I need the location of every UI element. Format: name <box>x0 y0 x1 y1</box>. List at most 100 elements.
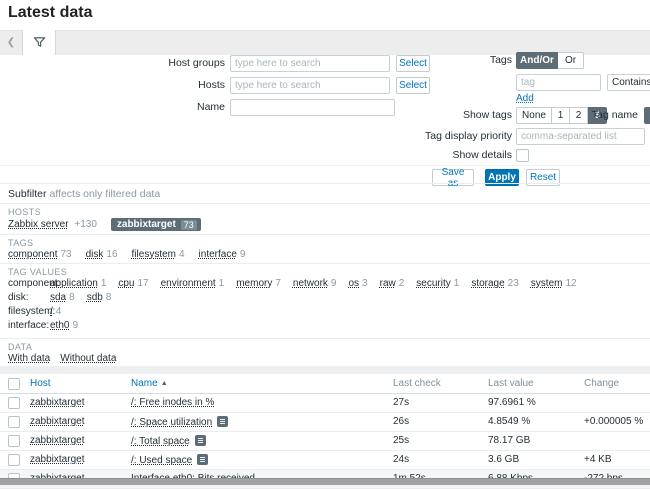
tag-value-link[interactable]: environment <box>161 278 216 289</box>
page-bottom-edge <box>0 478 650 485</box>
collapse-filter-button[interactable]: ❮ <box>0 30 22 55</box>
tag-value-group-label: interface: <box>8 320 49 331</box>
tag-value-link[interactable]: system <box>531 278 563 289</box>
subfilter-tag-link[interactable]: component <box>8 249 57 260</box>
filter-tab[interactable] <box>22 30 56 55</box>
select-all-checkbox[interactable] <box>8 378 20 390</box>
subfilter-tag-values-heading: TAG VALUES <box>8 267 67 277</box>
show-tags-none[interactable]: None <box>516 107 552 124</box>
tag-value-item: system12 <box>531 278 577 289</box>
tag-value-item: os3 <box>348 278 367 289</box>
tag-value-link[interactable]: raw <box>380 278 396 289</box>
subfilter-host-chip-selected[interactable]: zabbixtarget 73 <box>111 218 201 231</box>
host-link[interactable]: zabbixtarget <box>30 397 84 408</box>
tag-value-link[interactable]: os <box>348 278 359 289</box>
last-check-value: 24s <box>393 454 409 465</box>
tag-value-link[interactable]: sda <box>50 292 66 303</box>
item-name-link[interactable]: /: Space utilization <box>131 417 212 428</box>
subfilter-heading: Subfilter affects only filtered data <box>8 188 160 200</box>
table-row: zabbixtarget /: Total space 25s 78.17 GB <box>0 432 650 451</box>
row-checkbox[interactable] <box>8 416 20 428</box>
subfilter-hosts-heading: HOSTS <box>8 207 41 217</box>
subfilter-host-count: +130 <box>74 219 97 230</box>
subfilter-host-item: Zabbix server +130 <box>8 219 97 230</box>
tag-value-link[interactable]: network <box>293 278 328 289</box>
host-link[interactable]: zabbixtarget <box>30 435 84 446</box>
column-header-host[interactable]: Host <box>30 378 51 389</box>
tag-name-input[interactable] <box>516 74 601 91</box>
show-details-checkbox[interactable] <box>516 149 529 162</box>
name-input[interactable] <box>230 99 395 116</box>
host-link[interactable]: zabbixtarget <box>30 416 84 427</box>
column-header-name[interactable]: Name▲ <box>131 378 168 389</box>
description-icon[interactable] <box>195 435 206 446</box>
tag-value-link[interactable]: eth0 <box>50 320 69 331</box>
subfilter-data-heading: DATA <box>8 342 32 352</box>
tag-value-item: /4 <box>50 306 61 317</box>
tag-value-count: 9 <box>331 278 337 289</box>
host-groups-input[interactable] <box>230 55 390 72</box>
tags-operator-andor[interactable]: And/Or <box>516 52 558 69</box>
tag-value-link[interactable]: security <box>416 278 450 289</box>
hosts-select-button[interactable]: Select <box>396 77 430 94</box>
tag-name-full-button[interactable] <box>644 107 650 124</box>
tag-value-count: 23 <box>508 278 519 289</box>
divider <box>0 165 650 166</box>
tag-value-item: application1 <box>50 278 106 289</box>
tag-value-link[interactable]: sdb <box>87 292 103 303</box>
item-name-link[interactable]: /: Free inodes in % <box>131 397 214 408</box>
item-name-link[interactable]: /: Used space <box>131 455 192 466</box>
subfilter-tag-link[interactable]: disk <box>86 249 104 260</box>
tag-value-group-label: filesystem: <box>8 306 55 317</box>
subfilter-tag-count: 9 <box>240 249 246 260</box>
tag-display-priority-label: Tag display priority <box>380 128 512 145</box>
tag-value-link[interactable]: memory <box>236 278 272 289</box>
description-icon[interactable] <box>197 454 208 465</box>
change-value: +4 KB <box>584 454 612 465</box>
subfilter-hosts-row: Zabbix server +130 zabbixtarget 73 <box>8 218 201 231</box>
tag-value-count: 4 <box>56 306 62 317</box>
without-data-link[interactable]: Without data <box>60 353 116 364</box>
subfilter-data-row: With data Without data <box>8 353 130 364</box>
subfilter-tag-item: interface9 <box>199 249 246 260</box>
hosts-input[interactable] <box>230 77 390 94</box>
row-checkbox[interactable] <box>8 397 20 409</box>
tag-value-link[interactable]: application <box>50 278 98 289</box>
tag-value-count: 8 <box>106 292 112 303</box>
tag-value-link[interactable]: storage <box>471 278 504 289</box>
divider <box>0 263 650 264</box>
description-icon[interactable] <box>217 416 228 427</box>
add-tag-link[interactable]: Add <box>516 93 534 104</box>
last-check-value: 27s <box>393 397 409 408</box>
tag-value-item: sdb8 <box>87 292 112 303</box>
tag-value-group-row: eth09 <box>50 320 90 331</box>
subfilter-tag-link[interactable]: filesystem <box>132 249 176 260</box>
row-checkbox[interactable] <box>8 454 20 466</box>
tag-value-link[interactable]: / <box>50 306 53 317</box>
subfilter-tag-count: 73 <box>60 249 71 260</box>
tag-value-link[interactable]: cpu <box>118 278 134 289</box>
last-value: 3.6 GB <box>488 454 519 465</box>
subfilter-host-link[interactable]: Zabbix server <box>8 219 69 230</box>
tag-value-count: 1 <box>101 278 107 289</box>
subfilter-tag-link[interactable]: interface <box>199 249 237 260</box>
with-data-link[interactable]: With data <box>8 353 50 364</box>
tags-operator-or[interactable]: Or <box>558 52 584 69</box>
change-value: +0.000005 % <box>584 416 643 427</box>
section-gap <box>0 366 650 374</box>
tag-value-count: 1 <box>454 278 460 289</box>
tag-match-operator-select[interactable]: Contains <box>607 74 650 91</box>
item-name-link[interactable]: /: Total space <box>131 436 190 447</box>
table-header-row: Host Name▲ Last check Last value Change <box>0 374 650 394</box>
host-groups-label: Host groups <box>60 55 225 72</box>
host-link[interactable]: zabbixtarget <box>30 454 84 465</box>
subfilter-tag-count: 4 <box>179 249 185 260</box>
tag-value-item: environment1 <box>161 278 225 289</box>
row-checkbox[interactable] <box>8 435 20 447</box>
tag-value-count: 1 <box>219 278 225 289</box>
divider <box>0 183 650 184</box>
divider <box>0 234 650 235</box>
table-row: zabbixtarget /: Space utilization 26s 4.… <box>0 413 650 432</box>
tags-label: Tags <box>380 52 512 69</box>
tag-display-priority-input[interactable] <box>516 128 645 145</box>
